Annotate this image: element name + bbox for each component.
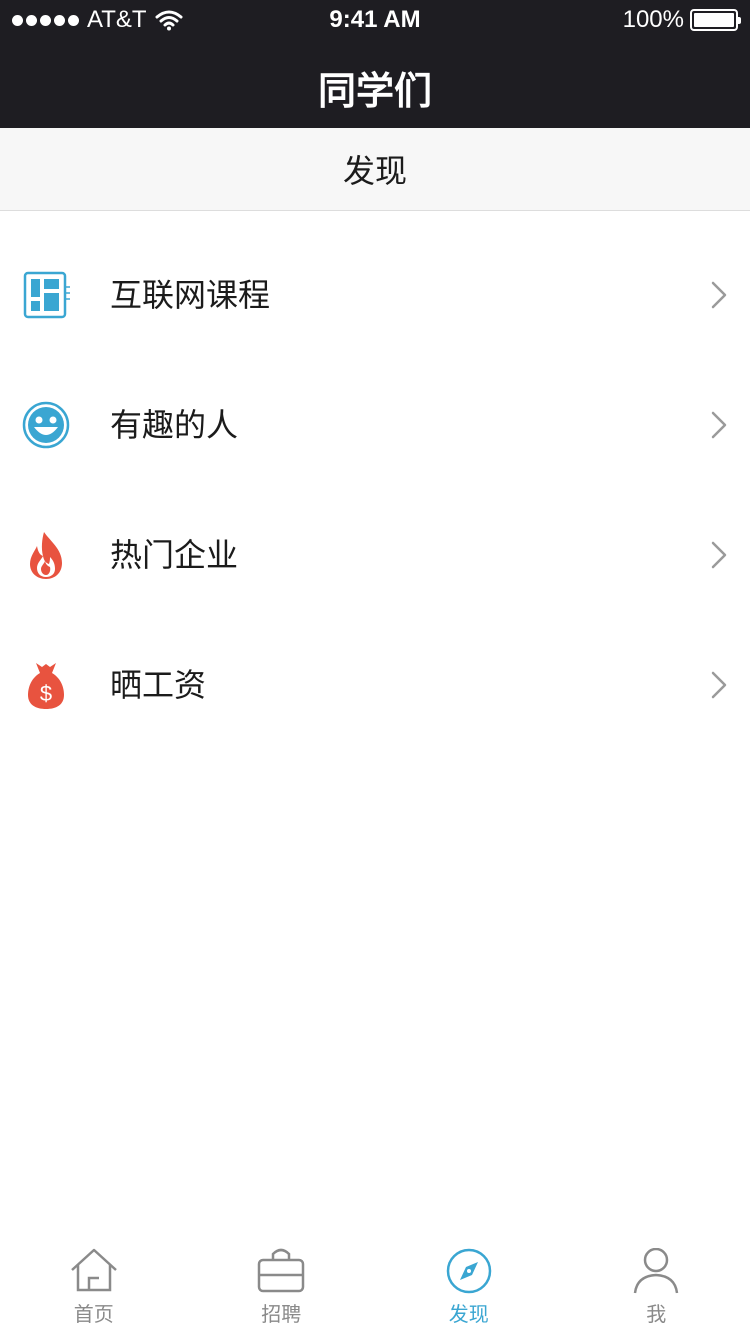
- tab-home[interactable]: 首页: [0, 1236, 188, 1334]
- person-icon: [634, 1248, 679, 1294]
- chevron-right-icon: [711, 671, 727, 699]
- page-title: 同学们: [317, 69, 432, 113]
- section-header: 发现: [0, 128, 750, 211]
- list-item-courses[interactable]: 互联网课程: [0, 230, 750, 360]
- compass-icon: [446, 1248, 491, 1294]
- battery-icon: [690, 9, 741, 31]
- chevron-right-icon: [711, 411, 727, 439]
- chevron-right-icon: [711, 281, 727, 309]
- tab-bar: 首页 招聘 发现 我: [0, 1236, 750, 1334]
- tab-label: 首页: [73, 1302, 114, 1326]
- tab-jobs[interactable]: 招聘: [188, 1236, 376, 1334]
- smiley-icon: [22, 401, 70, 449]
- svg-text:$: $: [40, 681, 52, 706]
- list-item-companies[interactable]: 热门企业: [0, 490, 750, 620]
- list-item-label: 有趣的人: [110, 406, 239, 444]
- header: AT&T 9:41 AM 100% 同学们: [0, 0, 750, 128]
- list-item-label: 互联网课程: [110, 276, 271, 314]
- tab-label: 发现: [448, 1302, 489, 1326]
- status-right: 100%: [622, 6, 741, 33]
- tab-label: 招聘: [261, 1302, 302, 1326]
- list-item-people[interactable]: 有趣的人: [0, 360, 750, 490]
- discover-list: 互联网课程 有趣的人 热门企业 $ 晒工资: [0, 230, 750, 750]
- flame-icon: [22, 531, 70, 579]
- tab-discover[interactable]: 发现: [375, 1236, 563, 1334]
- chevron-right-icon: [711, 541, 727, 569]
- course-icon: [22, 271, 70, 319]
- tab-label: 我: [646, 1302, 667, 1326]
- list-item-label: 热门企业: [110, 536, 239, 574]
- list-item-label: 晒工资: [110, 666, 207, 704]
- battery-percent: 100%: [622, 6, 684, 33]
- home-icon: [70, 1248, 117, 1292]
- tab-me[interactable]: 我: [563, 1236, 750, 1334]
- section-title: 发现: [342, 152, 407, 190]
- status-bar: AT&T 9:41 AM 100%: [0, 0, 750, 40]
- money-bag-icon: $: [22, 661, 70, 709]
- list-item-salary[interactable]: $ 晒工资: [0, 620, 750, 750]
- briefcase-icon: [258, 1248, 305, 1293]
